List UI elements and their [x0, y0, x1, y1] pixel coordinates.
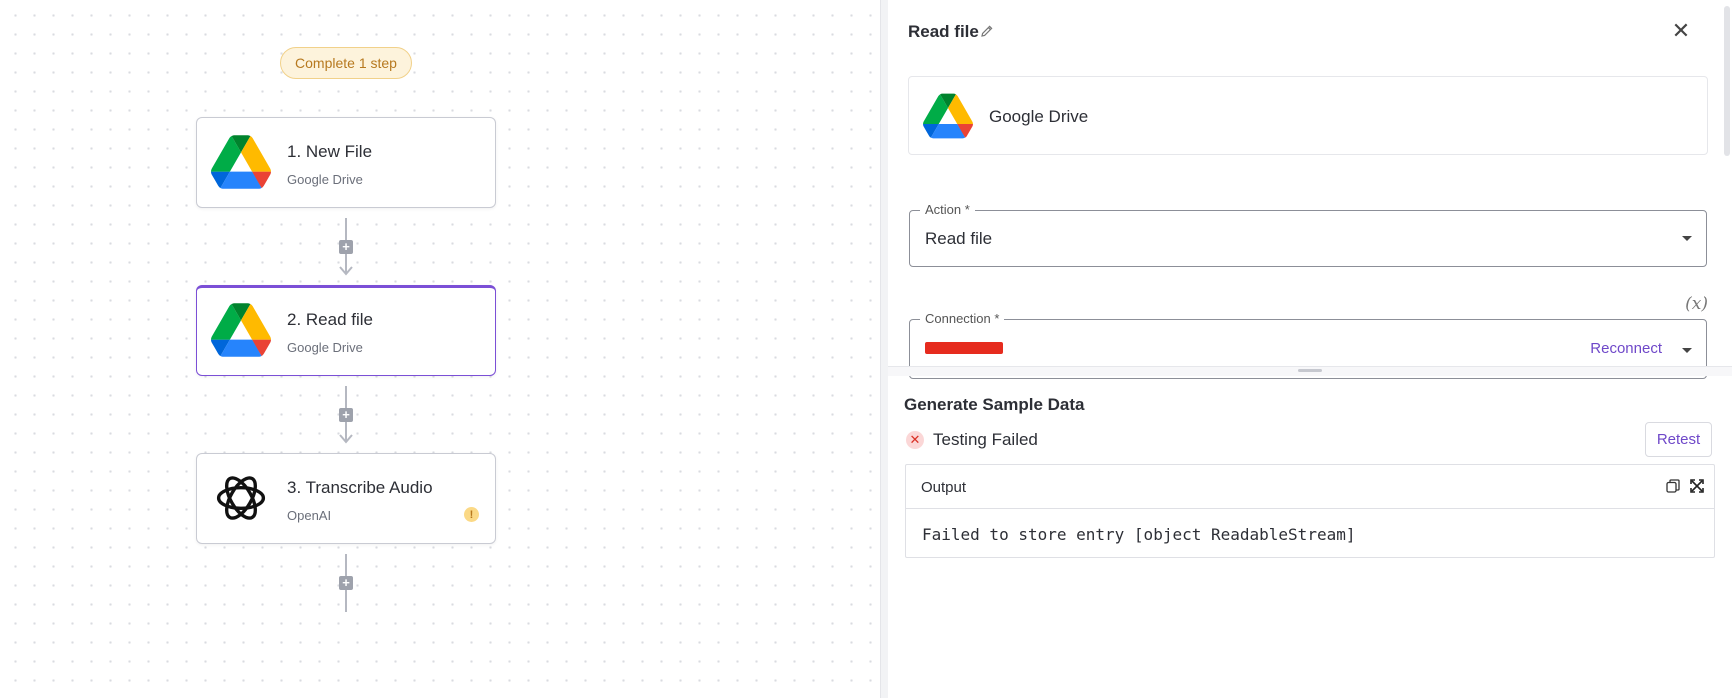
- step-app-name: OpenAI: [287, 508, 332, 523]
- step-title: 3. Transcribe Audio: [287, 478, 433, 497]
- step-app-name: Google Drive: [287, 340, 363, 355]
- google-drive-icon: [923, 93, 973, 139]
- drag-handle[interactable]: [1298, 369, 1322, 372]
- pencil-icon[interactable]: [980, 24, 994, 38]
- retest-button[interactable]: Retest: [1645, 422, 1712, 457]
- output-label: Output: [921, 479, 967, 496]
- expand-icon[interactable]: [1690, 479, 1704, 493]
- arrow-down-icon: [339, 434, 353, 444]
- step-connector: +: [339, 386, 353, 448]
- action-value: Read file: [925, 229, 993, 248]
- output-box: Output Failed to store entry [object Rea…: [905, 464, 1715, 558]
- flow-step-2[interactable]: 2. Read file Google Drive: [196, 285, 496, 376]
- step-title: 2. Read file: [287, 310, 373, 329]
- connection-label: Connection *: [920, 311, 1005, 326]
- close-icon[interactable]: ✕: [1670, 20, 1692, 42]
- google-drive-icon: [211, 135, 271, 189]
- arrow-down-icon: [339, 266, 353, 276]
- output-header: Output: [906, 465, 1714, 509]
- redacted-connection-name: [925, 342, 1003, 354]
- complete-steps-badge[interactable]: Complete 1 step: [280, 47, 412, 79]
- flow-step-3[interactable]: 3. Transcribe Audio OpenAI !: [196, 453, 496, 544]
- split-drag-bar[interactable]: [888, 366, 1732, 376]
- piece-name: Google Drive: [989, 107, 1089, 126]
- copy-icon[interactable]: [1666, 479, 1680, 493]
- flow-canvas[interactable]: Complete 1 step 1. New File Google Drive…: [0, 0, 880, 698]
- panel-divider[interactable]: [880, 0, 888, 698]
- step-connector: +: [339, 554, 353, 614]
- step-settings-panel: Read file ✕ Google Drive Action * Read f…: [888, 0, 1732, 698]
- dynamic-value-icon[interactable]: (x): [1685, 294, 1708, 314]
- google-drive-icon: [211, 303, 271, 357]
- error-icon: ✕: [906, 431, 924, 449]
- chevron-down-icon: [1682, 348, 1692, 353]
- step-app-name: Google Drive: [287, 172, 363, 187]
- warning-icon[interactable]: !: [464, 507, 479, 522]
- test-status: Testing Failed: [933, 430, 1038, 449]
- flow-step-1[interactable]: 1. New File Google Drive: [196, 117, 496, 208]
- action-label: Action *: [920, 202, 975, 217]
- panel-title[interactable]: Read file: [908, 22, 979, 42]
- piece-card: Google Drive: [908, 76, 1708, 155]
- scrollbar[interactable]: [1724, 6, 1730, 156]
- step-connector: +: [339, 218, 353, 280]
- reconnect-button[interactable]: Reconnect: [1590, 340, 1662, 357]
- add-step-button[interactable]: +: [339, 240, 353, 254]
- add-step-button[interactable]: +: [339, 408, 353, 422]
- add-step-button[interactable]: +: [339, 576, 353, 590]
- output-text: Failed to store entry [object ReadableSt…: [922, 525, 1356, 544]
- chevron-down-icon: [1682, 236, 1692, 241]
- step-title: 1. New File: [287, 142, 373, 161]
- openai-icon: [216, 476, 266, 520]
- sample-data-title: Generate Sample Data: [904, 395, 1085, 414]
- action-select[interactable]: Action * Read file: [909, 202, 1707, 267]
